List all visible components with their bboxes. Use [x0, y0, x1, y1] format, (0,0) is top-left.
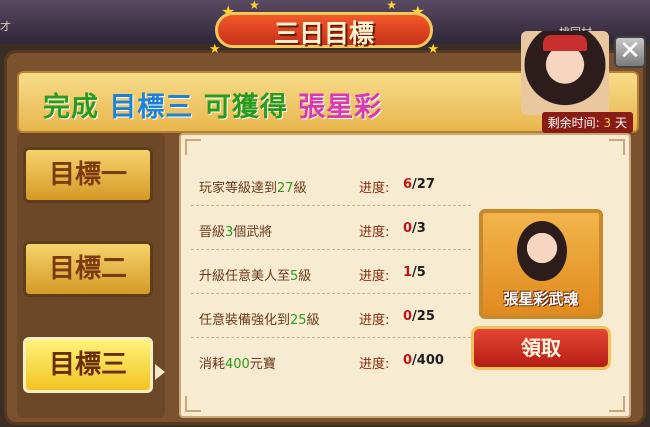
task-row: 晉級3個武將 进度: 0/3 [191, 209, 471, 250]
progress-total: /5 [412, 265, 426, 280]
progress-label: 进度: [359, 357, 390, 372]
progress-total: /27 [412, 177, 435, 192]
headline-part-2: 目標三 [109, 92, 194, 123]
task-name: 升級任意美人至5級 [199, 265, 311, 284]
timer-value: 3 [603, 116, 612, 130]
task-row: 升級任意美人至5級 进度: 1/5 [191, 253, 471, 294]
tab-goal-2[interactable]: 目標二 [23, 241, 153, 297]
task-row: 任意裝備強化到25級 进度: 0/25 [191, 297, 471, 338]
task-row: 玩家等級達到27級 进度: 6/27 [191, 165, 471, 206]
progress-current: 1 [403, 265, 413, 280]
timer-unit: 天 [614, 116, 627, 130]
task-number: 400 [225, 357, 250, 372]
progress-label: 进度: [359, 225, 390, 240]
dialog-title: 三日目標 [273, 19, 374, 48]
progress-label: 进度: [359, 313, 390, 328]
progress-value: 0/3 [403, 221, 426, 236]
task-text: 級 [293, 181, 307, 196]
title-banner: ★ ★ ★ ★ ★ ★ 三日目標 [209, 0, 439, 58]
hero-portrait [521, 31, 609, 115]
progress-value: 0/25 [403, 309, 435, 324]
reward-label: 張星彩武魂 [503, 290, 579, 308]
corner-ornament-icon [185, 396, 201, 412]
task-text: 級 [298, 269, 312, 284]
progress-value: 0/400 [403, 353, 444, 368]
reward-item[interactable]: 張星彩武魂 [479, 209, 603, 319]
task-number: 25 [290, 313, 307, 328]
claim-button[interactable]: 領取 [471, 326, 611, 370]
task-text: 消耗 [199, 357, 226, 372]
task-name: 消耗400元寶 [199, 353, 276, 372]
task-name: 任意裝備強化到25級 [199, 309, 320, 328]
progress-total: /25 [412, 309, 435, 324]
task-text: 升級任意美人至 [199, 269, 291, 284]
progress-current: 0 [403, 353, 413, 368]
timer-label: 剩余时间: [547, 116, 600, 130]
reward-headline: 完成 目標三 可獲得 張星彩 [43, 85, 382, 124]
corner-ornament-icon [609, 396, 625, 412]
task-row: 消耗400元寶 进度: 0/400 [191, 341, 471, 381]
progress-total: /400 [412, 353, 444, 368]
task-text: 任意裝備強化到 [199, 313, 291, 328]
time-remaining: 剩余时间: 3 天 [541, 112, 633, 133]
active-tab-pointer-icon [155, 364, 165, 380]
background-text-left: 才 [0, 20, 11, 33]
headline-part-1: 完成 [43, 92, 99, 123]
star-icon: ★ [386, 0, 397, 12]
task-text: 晉級 [199, 225, 226, 240]
task-number: 27 [277, 181, 294, 196]
progress-value: 6/27 [403, 177, 435, 192]
task-text: 個武將 [233, 225, 273, 240]
progress-total: /3 [412, 221, 426, 236]
corner-ornament-icon [609, 139, 625, 155]
goal-tabs: 目標一 目標二 目標三 [17, 133, 165, 418]
progress-current: 0 [403, 309, 413, 324]
task-text: 玩家等級達到 [199, 181, 278, 196]
progress-label: 进度: [359, 269, 390, 284]
star-icon: ★ [249, 0, 260, 12]
progress-current: 6 [403, 177, 413, 192]
reward-portrait-icon [517, 221, 567, 281]
headline-part-3: 可獲得 [203, 92, 288, 123]
tab-goal-3[interactable]: 目標三 [23, 337, 153, 393]
tab-goal-1[interactable]: 目標一 [23, 147, 153, 203]
close-button[interactable]: ✕ [614, 36, 646, 68]
task-name: 玩家等級達到27級 [199, 177, 307, 196]
goal-content-panel: 玩家等級達到27級 进度: 6/27 晉級3個武將 进度: 0/3 升級任意美人… [179, 133, 631, 418]
close-icon: ✕ [619, 36, 641, 66]
progress-label: 进度: [359, 181, 390, 196]
hero-headdress-icon [543, 35, 587, 51]
progress-value: 1/5 [403, 265, 426, 280]
three-day-goal-dialog: 完成 目標三 可獲得 張星彩 剩余时间: 3 天 目標一 目標二 目標三 玩家等… [4, 31, 646, 425]
task-text: 元寶 [249, 357, 276, 372]
reward-header: 完成 目標三 可獲得 張星彩 剩余时间: 3 天 [17, 31, 639, 133]
task-name: 晉級3個武將 [199, 221, 272, 240]
headline-part-4: 張星彩 [298, 92, 383, 123]
corner-ornament-icon [185, 139, 201, 155]
progress-current: 0 [403, 221, 413, 236]
task-text: 級 [306, 313, 320, 328]
